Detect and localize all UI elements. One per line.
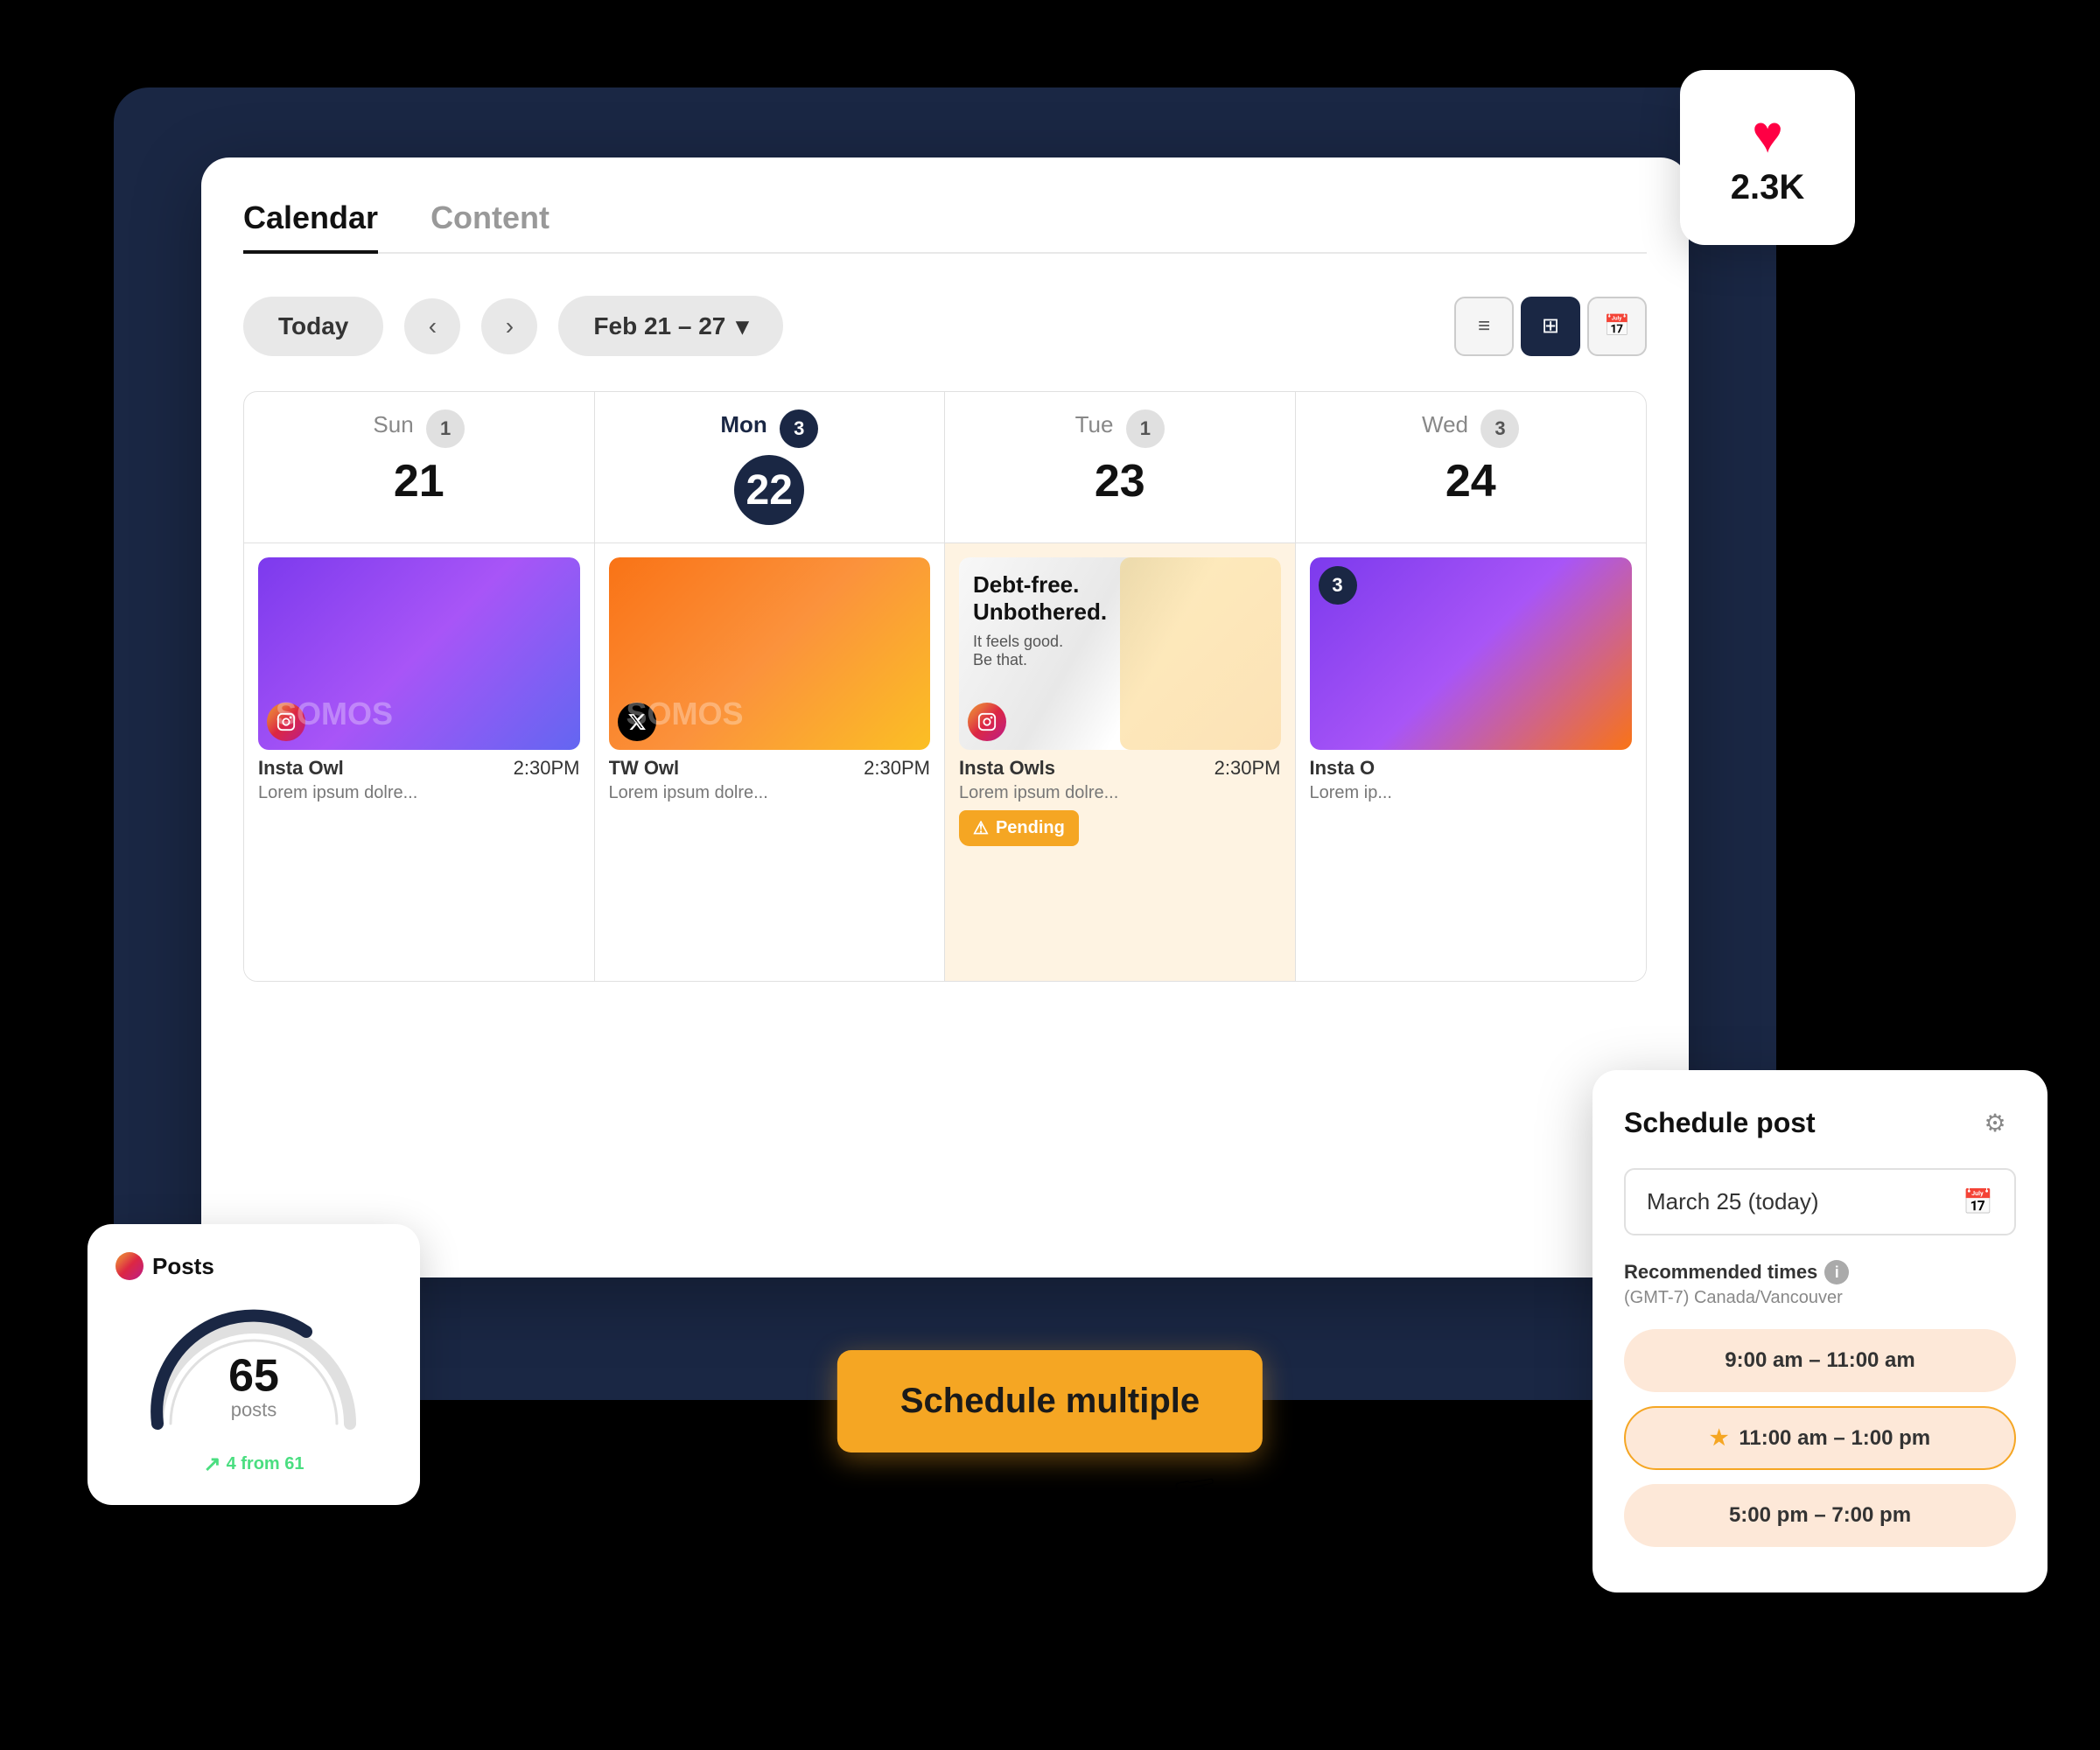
day-badge-tue: 1 (1126, 410, 1165, 448)
recommended-label: Recommended times i (1624, 1260, 2016, 1284)
day-cell-mon: TW Owl 2:30PM Lorem ipsum dolre... (595, 543, 946, 981)
day-badge-mon: 3 (780, 410, 818, 448)
list-view-button[interactable]: ≡ (1454, 297, 1514, 356)
cursor-icon: ☞ (1167, 1458, 1224, 1526)
day-header-wed: Wed 3 24 (1296, 392, 1647, 543)
post-time-sun: 2:30PM (514, 757, 580, 780)
post-account-wed: Insta O (1310, 757, 1376, 779)
day-header-tue: Tue 1 23 (945, 392, 1296, 543)
post-text-mon: Lorem ipsum dolre... (609, 783, 931, 803)
schedule-post-panel: Schedule post ⚙ March 25 (today) 📅 Recom… (1592, 1070, 2048, 1592)
gauge-label: posts (228, 1398, 279, 1421)
calendar-grid: Sun 1 21 Mon 3 22 Tue 1 23 Wed 3 24 (243, 391, 1647, 982)
day-name-mon: Mon (720, 411, 766, 438)
instagram-icon-tue (968, 703, 1006, 741)
post-card-tue[interactable]: Debt-free.Unbothered. It feels good.Be t… (959, 557, 1281, 846)
heart-likes-card: ♥ 2.3K (1680, 70, 1855, 245)
twitter-icon (618, 703, 656, 741)
prev-button[interactable]: ‹ (404, 298, 460, 354)
posts-widget: Posts 65 posts ↗ 4 from 61 (88, 1224, 420, 1505)
timezone-label: (GMT-7) Canada/Vancouver (1624, 1288, 2016, 1308)
calendar-icon: 📅 (1963, 1187, 1993, 1216)
day-badge-wed: 3 (1480, 410, 1519, 448)
heart-count: 2.3K (1731, 168, 1805, 207)
day-cell-sun: Insta Owl 2:30PM Lorem ipsum dolre... (244, 543, 595, 981)
schedule-multiple-button[interactable]: Schedule multiple (837, 1350, 1263, 1452)
gauge-number: 65 (228, 1349, 279, 1402)
day-number-wed: 24 (1317, 455, 1626, 508)
posts-widget-title: Posts (116, 1252, 392, 1280)
instagram-icon (267, 703, 305, 741)
day-number-sun: 21 (265, 455, 573, 508)
date-range-button[interactable]: Feb 21 – 27 ▾ (558, 296, 783, 356)
calendar-card: Calendar Content Today ‹ › Feb 21 – 27 ▾… (201, 158, 1689, 1278)
post-image-sub-tue: It feels good.Be that. (973, 633, 1107, 669)
schedule-panel-title: Schedule post (1624, 1107, 1816, 1139)
today-button[interactable]: Today (243, 297, 383, 356)
pending-badge: ⚠ Pending (959, 810, 1079, 846)
view-toggle: ≡ ⊞ 📅 (1454, 297, 1647, 356)
post-image-title-tue: Debt-free.Unbothered. (973, 571, 1107, 626)
post-text-wed: Lorem ip... (1310, 783, 1633, 803)
post-card-wed[interactable]: 3 Insta O Lorem ip... (1310, 557, 1633, 803)
tab-content[interactable]: Content (430, 200, 550, 254)
date-field[interactable]: March 25 (today) 📅 (1624, 1168, 2016, 1236)
info-icon: i (1824, 1260, 1849, 1284)
grid-view-button[interactable]: ⊞ (1521, 297, 1580, 356)
tab-bar: Calendar Content (243, 200, 1647, 254)
chevron-down-icon: ▾ (736, 312, 748, 340)
post-account-sun: Insta Owl (258, 757, 344, 779)
next-button[interactable]: › (481, 298, 537, 354)
time-slot-1[interactable]: ★ 11:00 am – 1:00 pm (1624, 1406, 2016, 1470)
posts-gauge: 65 posts (140, 1301, 368, 1441)
post-num-badge-wed: 3 (1319, 566, 1357, 605)
calendar-view-button[interactable]: 📅 (1587, 297, 1647, 356)
post-card-mon[interactable]: TW Owl 2:30PM Lorem ipsum dolre... (609, 557, 931, 803)
post-time-tue: 2:30PM (1214, 757, 1281, 780)
gauge-sub: ↗ 4 from 61 (116, 1452, 392, 1477)
warning-icon: ⚠ (973, 817, 989, 839)
instagram-logo-icon (116, 1252, 144, 1280)
day-name-tue: Tue (1075, 411, 1114, 438)
day-number-mon: 22 (734, 455, 804, 525)
arrow-up-icon: ↗ (203, 1452, 220, 1477)
schedule-panel-header: Schedule post ⚙ (1624, 1102, 2016, 1144)
day-header-mon: Mon 3 22 (595, 392, 946, 543)
post-account-tue: Insta Owls (959, 757, 1055, 779)
tab-calendar[interactable]: Calendar (243, 200, 378, 254)
day-name-wed: Wed (1422, 411, 1468, 438)
heart-icon: ♥ (1752, 108, 1783, 161)
time-slot-2[interactable]: 5:00 pm – 7:00 pm (1624, 1484, 2016, 1547)
star-icon: ★ (1710, 1425, 1729, 1451)
day-cell-wed: 3 Insta O Lorem ip... (1296, 543, 1647, 981)
day-name-sun: Sun (373, 411, 413, 438)
settings-button[interactable]: ⚙ (1974, 1102, 2016, 1144)
day-badge-sun: 1 (426, 410, 465, 448)
gauge-center: 65 posts (228, 1349, 279, 1421)
time-slot-0[interactable]: 9:00 am – 11:00 am (1624, 1329, 2016, 1392)
calendar-toolbar: Today ‹ › Feb 21 – 27 ▾ ≡ ⊞ 📅 (243, 296, 1647, 356)
day-header-sun: Sun 1 21 (244, 392, 595, 543)
post-time-mon: 2:30PM (864, 757, 930, 780)
day-number-tue: 23 (966, 455, 1274, 508)
post-text-tue: Lorem ipsum dolre... (959, 783, 1281, 803)
post-card-sun[interactable]: Insta Owl 2:30PM Lorem ipsum dolre... (258, 557, 580, 803)
post-account-mon: TW Owl (609, 757, 680, 779)
day-cell-tue: Debt-free.Unbothered. It feels good.Be t… (945, 543, 1296, 981)
date-value: March 25 (today) (1647, 1188, 1819, 1215)
post-text-sun: Lorem ipsum dolre... (258, 783, 580, 803)
